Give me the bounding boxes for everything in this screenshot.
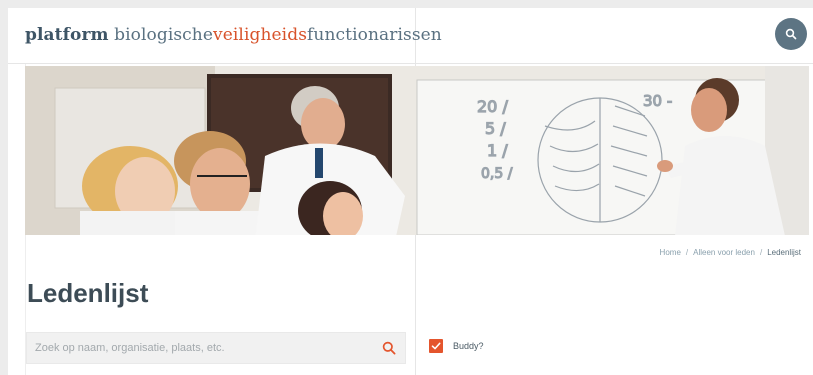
search-icon	[785, 28, 797, 40]
breadcrumb-separator: /	[759, 248, 763, 257]
svg-text:20 /: 20 /	[477, 97, 508, 116]
checkmark-icon	[431, 342, 441, 350]
breadcrumb-separator: /	[685, 248, 689, 257]
site-logo[interactable]: platform biologischeveiligheidsfunctiona…	[25, 25, 442, 45]
header-search-button[interactable]	[775, 18, 807, 50]
breadcrumb-home[interactable]: Home	[660, 248, 681, 257]
logo-text-functionarissen: functionarissen	[307, 25, 442, 45]
logo-text-platform: platform	[25, 25, 109, 45]
buddy-checkbox[interactable]	[429, 339, 443, 353]
hero-illustration: 20 / 5 / 1 / 0,5 / 30 -	[25, 66, 809, 235]
breadcrumb-current: Ledenlijst	[767, 248, 801, 257]
buddy-label: Buddy?	[453, 341, 484, 351]
logo-text-veiligheids: veiligheids	[213, 25, 308, 45]
member-search-field	[26, 332, 406, 364]
page: platform biologischeveiligheidsfunctiona…	[8, 8, 813, 375]
layout-divider-horizontal	[8, 63, 813, 64]
svg-text:5 /: 5 /	[485, 119, 506, 138]
buddy-filter[interactable]: Buddy?	[429, 339, 484, 353]
svg-text:30 -: 30 -	[643, 92, 672, 110]
hero-image: 20 / 5 / 1 / 0,5 / 30 -	[25, 66, 809, 235]
page-title: Ledenlijst	[27, 278, 149, 308]
logo-text-biologische: biologische	[108, 25, 214, 45]
svg-text:0,5 /: 0,5 /	[481, 166, 513, 182]
member-search-input[interactable]	[27, 333, 375, 363]
svg-text:1 /: 1 /	[487, 141, 508, 160]
search-icon[interactable]	[382, 341, 396, 360]
breadcrumb: Home / Alleen voor leden / Ledenlijst	[660, 248, 801, 257]
breadcrumb-members-only[interactable]: Alleen voor leden	[693, 248, 755, 257]
